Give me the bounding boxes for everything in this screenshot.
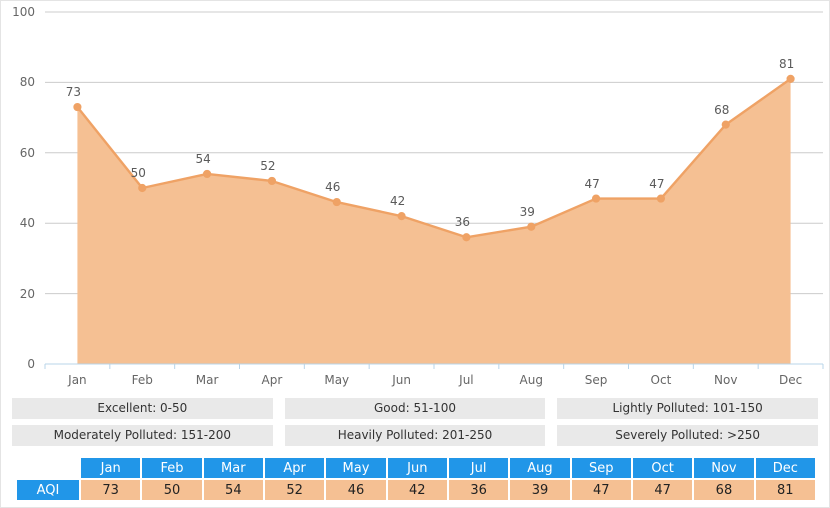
data-point-marker[interactable] xyxy=(591,194,601,203)
table-col-header: Dec xyxy=(755,458,815,478)
data-point-label: 81 xyxy=(778,56,795,71)
table-row-label: AQI xyxy=(17,480,79,500)
chart-canvas: 0 20 40 60 80 100 Jan Feb Mar Apr May Jun Jul Aug Sep… xyxy=(1,1,829,393)
aqi-chart-page: 0 20 40 60 80 100 Jan Feb Mar Apr May Jun Jul Aug Sep… xyxy=(0,0,830,508)
table-col-header: Jan xyxy=(81,458,141,478)
legend-item: Excellent: 0-50 xyxy=(12,398,273,419)
data-point-marker[interactable] xyxy=(332,197,341,207)
data-point-marker[interactable] xyxy=(656,194,666,203)
x-tick-label: Nov xyxy=(714,373,738,387)
table-col-header: Nov xyxy=(694,458,754,478)
x-tick-label: Jul xyxy=(459,373,474,387)
table-col-header: May xyxy=(326,458,386,478)
data-point-label: 52 xyxy=(260,158,276,173)
x-tick-label: Jan xyxy=(68,373,87,387)
y-tick-label: 40 xyxy=(19,216,35,231)
table-cell-value: 42 xyxy=(387,480,447,500)
table-col-header: Apr xyxy=(264,458,325,478)
data-point-label: 47 xyxy=(649,176,665,191)
table-cell-value: 46 xyxy=(326,480,386,500)
data-point-label: 54 xyxy=(195,151,211,166)
table-cell-value: 68 xyxy=(694,480,754,500)
area-fill xyxy=(77,78,791,364)
legend-item: Heavily Polluted: 201-250 xyxy=(284,425,546,446)
legend-item: Lightly Polluted: 101-150 xyxy=(557,398,818,419)
x-tick-label: Feb xyxy=(131,373,153,387)
x-tick-label: Mar xyxy=(195,373,219,387)
data-point-label: 68 xyxy=(714,102,730,117)
data-point-marker[interactable] xyxy=(267,176,277,186)
data-point-marker[interactable] xyxy=(721,120,730,129)
table-col-header: Sep xyxy=(571,458,631,478)
table-cell-value: 73 xyxy=(81,480,141,500)
data-point-label: 36 xyxy=(454,215,471,230)
x-axis xyxy=(44,363,824,369)
data-point-label: 46 xyxy=(325,180,341,195)
data-point-marker[interactable] xyxy=(786,74,795,83)
table-col-header: Jun xyxy=(387,458,447,478)
table-cell-value: 81 xyxy=(755,480,815,500)
y-tick-label: 80 xyxy=(19,75,35,90)
data-point-label: 73 xyxy=(65,85,82,100)
x-tick-label: Apr xyxy=(261,373,283,387)
legend-item: Good: 51-100 xyxy=(284,398,546,419)
data-point-marker[interactable] xyxy=(138,183,147,193)
table-head: Jan Feb Mar Apr May Jun Jul Aug Sep Oct Nov Dec xyxy=(17,458,815,478)
data-point-label: 42 xyxy=(389,194,406,209)
legend-item: Severely Polluted: >250 xyxy=(557,425,818,446)
x-tick-label: May xyxy=(324,373,350,387)
data-point-marker[interactable] xyxy=(73,102,82,112)
y-tick-label: 20 xyxy=(19,286,35,301)
x-tick-label: Aug xyxy=(519,373,543,387)
table-row: AQI 73 50 54 52 46 42 36 39 47 47 68 81 xyxy=(17,480,815,500)
table-header-row: Jan Feb Mar Apr May Jun Jul Aug Sep Oct Nov Dec xyxy=(17,458,815,478)
data-point-marker[interactable] xyxy=(462,233,471,242)
aqi-data-table: Jan Feb Mar Apr May Jun Jul Aug Sep Oct Nov Dec AQI… xyxy=(15,456,817,502)
x-tick-label: Sep xyxy=(584,373,608,387)
table-cell-value: 36 xyxy=(448,480,509,500)
table-cell-value: 39 xyxy=(510,480,570,500)
data-point-label: 39 xyxy=(519,204,535,219)
table-col-header: Jul xyxy=(448,458,509,478)
x-tick-label: Dec xyxy=(778,373,803,387)
table-corner-cell xyxy=(17,458,79,478)
table-cell-value: 47 xyxy=(632,480,693,500)
y-tick-label: 100 xyxy=(12,5,35,19)
table-col-header: Aug xyxy=(510,458,570,478)
aqi-legend: Excellent: 0-50 Good: 51-100 Lightly Pollu… xyxy=(12,398,818,446)
table-col-header: Feb xyxy=(142,458,202,478)
table-col-header: Oct xyxy=(632,458,693,478)
table-cell-value: 47 xyxy=(571,480,631,500)
table-body: AQI 73 50 54 52 46 42 36 39 47 47 68 81 xyxy=(17,480,815,500)
y-tick-label: 60 xyxy=(19,145,35,160)
data-point-label: 50 xyxy=(130,166,146,180)
data-point-label: 47 xyxy=(584,176,600,191)
table-cell-value: 52 xyxy=(264,480,325,500)
y-tick-label: 0 xyxy=(27,357,35,371)
table-cell-value: 54 xyxy=(203,480,263,500)
legend-item: Moderately Polluted: 151-200 xyxy=(12,425,273,446)
table-col-header: Mar xyxy=(203,458,263,478)
data-point-marker[interactable] xyxy=(397,212,406,221)
data-point-marker[interactable] xyxy=(527,222,536,231)
table-cell-value: 50 xyxy=(142,480,202,500)
x-tick-label: Oct xyxy=(650,373,672,387)
data-point-marker[interactable] xyxy=(202,169,212,179)
area-chart-svg xyxy=(44,11,824,369)
x-tick-label: Jun xyxy=(392,373,411,387)
